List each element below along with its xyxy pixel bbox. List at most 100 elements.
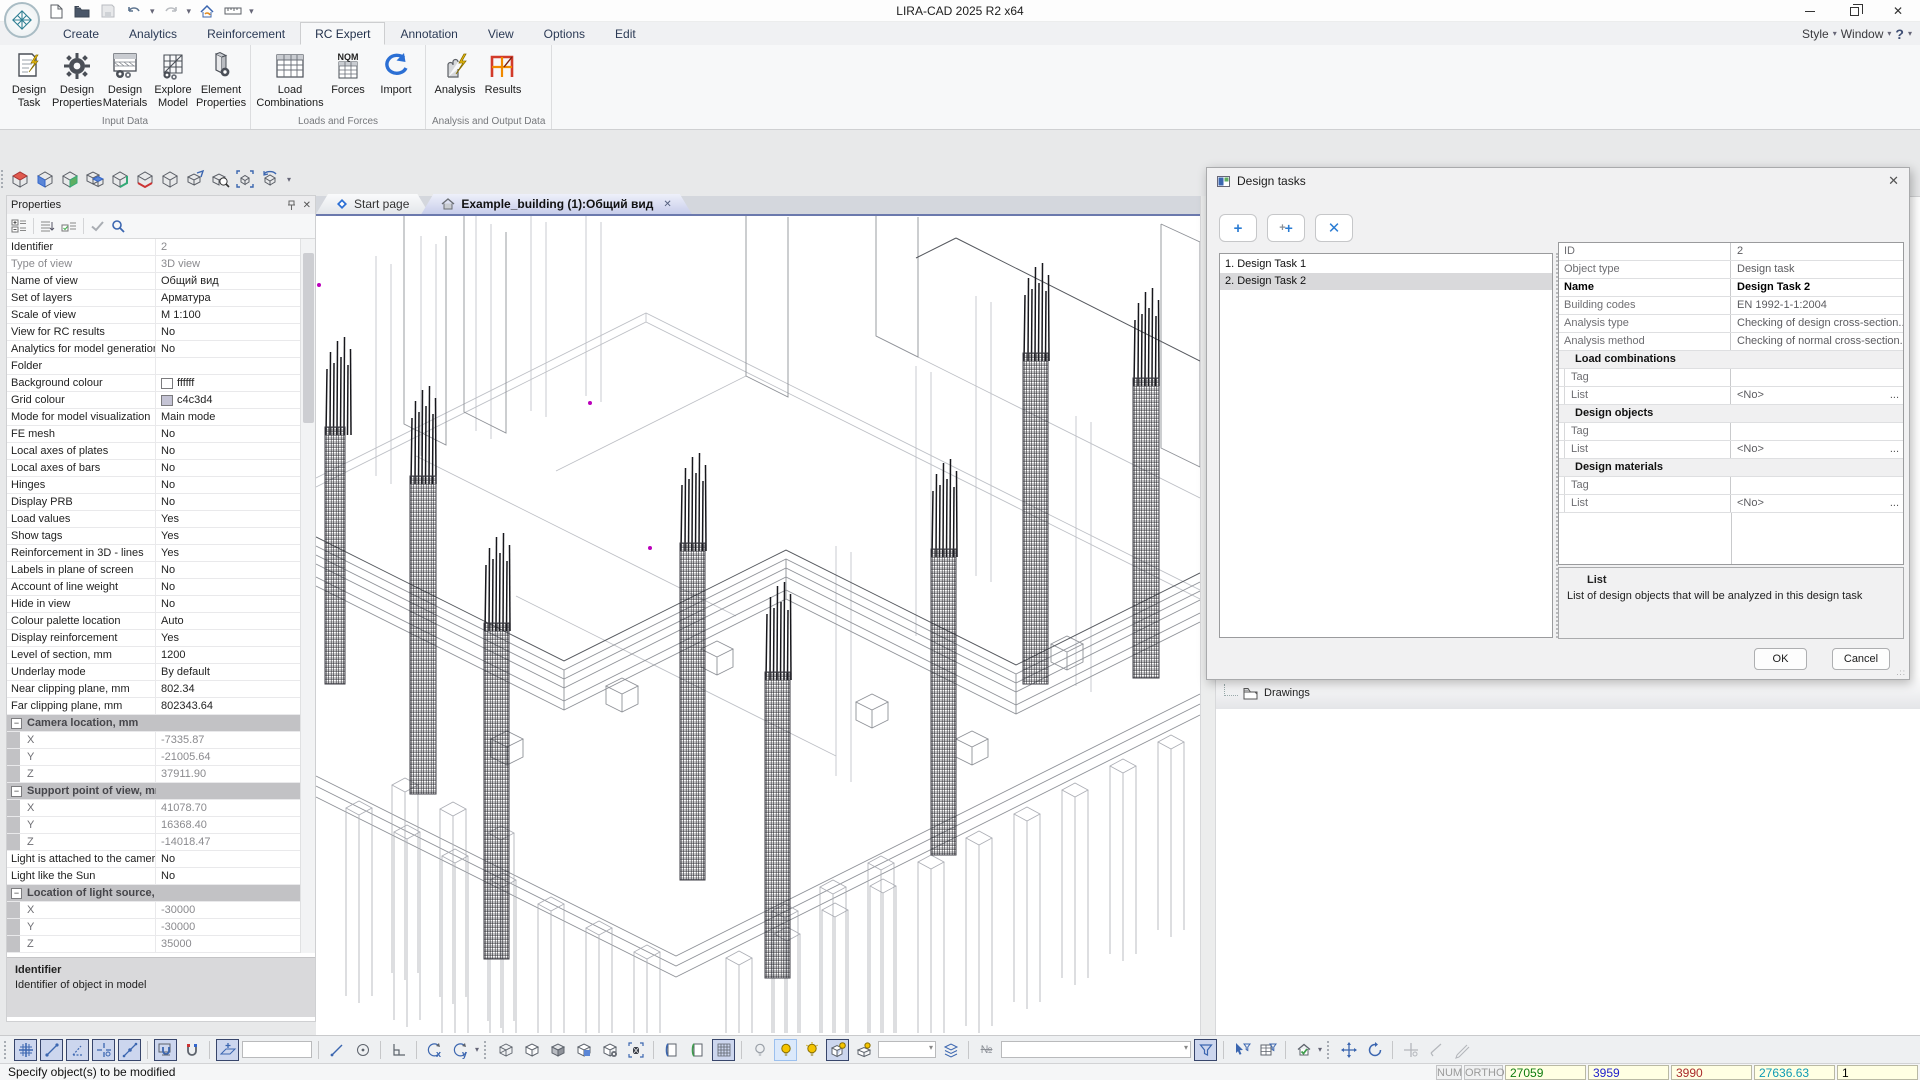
dialog-table-row[interactable]: Building codes EN 1992-1-1:2004 — [1559, 297, 1903, 315]
ortho-indicator[interactable]: ORTHO — [1464, 1065, 1503, 1080]
property-value[interactable]: -7335.87 — [156, 732, 300, 748]
property-row[interactable]: Scale of view M 1:100 — [7, 307, 315, 324]
dialog-table-row[interactable]: Object type Design task — [1559, 261, 1903, 279]
property-row[interactable]: Account of line weight No — [7, 579, 315, 596]
dialog-table-value[interactable]: Checking of normal cross-section... — [1731, 333, 1903, 350]
property-row[interactable]: Reinforcement in 3D - lines Yes — [7, 545, 315, 562]
dialog-table-value[interactable] — [1731, 423, 1903, 440]
dialog-table-row[interactable]: Name Design Task 2 — [1559, 279, 1903, 297]
cube-plain-icon[interactable] — [158, 169, 181, 190]
property-row[interactable]: Level of section, mm 1200 — [7, 647, 315, 664]
coordinate-cell[interactable]: 1 — [1837, 1065, 1918, 1080]
ribbon-tab[interactable]: Analytics — [114, 22, 192, 45]
property-value[interactable]: Main mode — [156, 409, 300, 425]
cube-bulb-icon[interactable] — [826, 1039, 849, 1061]
load-combinations-button[interactable]: Load Combinations — [257, 47, 323, 109]
property-row[interactable]: Light is attached to the camera No — [7, 851, 315, 868]
pen-dim-icon[interactable] — [1451, 1039, 1474, 1061]
ribbon-tab[interactable]: Create — [48, 22, 114, 45]
property-row[interactable]: Mode for model visualization Main mode — [7, 409, 315, 426]
categorized-icon[interactable] — [11, 219, 27, 233]
angle-snap-icon[interactable] — [66, 1039, 89, 1061]
cube-red-top-icon[interactable] — [8, 169, 31, 190]
tab-start-page[interactable]: Start page — [316, 194, 429, 214]
bulb-off-icon[interactable] — [748, 1039, 771, 1061]
display-mode-combobox[interactable] — [878, 1041, 936, 1058]
coordinate-cell[interactable]: 27059 — [1505, 1065, 1586, 1080]
add-task-icon[interactable]: + — [1219, 214, 1257, 242]
redo-icon[interactable] — [161, 1, 181, 21]
help-button[interactable]: ? — [1895, 26, 1904, 42]
property-value[interactable]: -30000 — [156, 919, 300, 935]
dialog-close-icon[interactable]: ✕ — [1888, 173, 1899, 189]
perpendicular-icon[interactable] — [387, 1039, 410, 1061]
property-row[interactable]: FE mesh No — [7, 426, 315, 443]
dialog-table-value[interactable]: <No>... — [1731, 495, 1903, 512]
ellipsis-button[interactable]: ... — [1890, 441, 1899, 458]
property-value[interactable] — [156, 885, 300, 901]
property-value[interactable]: No — [156, 426, 300, 442]
dialog-table-value[interactable]: <No>... — [1731, 441, 1903, 458]
cube-settings-icon[interactable] — [598, 1039, 621, 1061]
snap-value-input[interactable] — [242, 1041, 312, 1058]
dialog-table-row[interactable]: Load combinations — [1559, 351, 1903, 369]
analysis-button[interactable]: Analysis — [432, 47, 478, 97]
dialog-table-value[interactable]: Checking of design cross-section... — [1731, 315, 1903, 332]
property-value[interactable]: Yes — [156, 545, 300, 561]
dialog-table-value[interactable] — [1731, 477, 1903, 494]
property-value[interactable]: No — [156, 579, 300, 595]
property-value[interactable]: 35000 — [156, 936, 300, 952]
property-row[interactable]: Local axes of bars No — [7, 460, 315, 477]
properties-scrollbar[interactable] — [300, 239, 315, 953]
property-value[interactable]: No — [156, 477, 300, 493]
open-folder-icon[interactable] — [72, 1, 92, 21]
ok-button[interactable]: OK — [1754, 648, 1807, 670]
dialog-table-row[interactable]: Tag — [1559, 477, 1903, 495]
toolbar-grip[interactable] — [484, 1041, 489, 1059]
dialog-table-value[interactable]: <No>... — [1731, 387, 1903, 404]
magnet-screen-icon[interactable] — [154, 1039, 177, 1061]
property-row[interactable]: Y -30000 — [7, 919, 315, 936]
property-value[interactable]: No — [156, 324, 300, 340]
property-value[interactable]: 3D view — [156, 256, 300, 272]
close-panel-icon[interactable]: ✕ — [303, 200, 311, 211]
overflow-chevron-icon[interactable]: ▾ — [475, 1045, 479, 1054]
checked-list-icon[interactable] — [61, 220, 77, 233]
add-multiple-tasks-icon[interactable]: ++ — [1267, 214, 1305, 242]
cube-zoom-icon[interactable] — [208, 169, 231, 190]
property-row[interactable]: Labels in plane of screen No — [7, 562, 315, 579]
line-tool-icon[interactable] — [325, 1039, 348, 1061]
point-snap-icon[interactable] — [92, 1039, 115, 1061]
property-row[interactable]: Grid colour c4c3d4 — [7, 392, 315, 409]
property-value[interactable]: ffffff — [156, 375, 300, 391]
coordinate-cell[interactable]: 3959 — [1588, 1065, 1669, 1080]
dialog-table-row[interactable]: List <No>... — [1559, 495, 1903, 513]
undo-dropdown-chevron-icon[interactable]: ▾ — [150, 6, 155, 17]
layer-combobox[interactable] — [1001, 1041, 1191, 1058]
dialog-table-row[interactable]: Analysis type Checking of design cross-s… — [1559, 315, 1903, 333]
property-value[interactable]: By default — [156, 664, 300, 680]
cube-section-icon[interactable] — [624, 1039, 647, 1061]
cube-green-right-icon[interactable] — [108, 169, 131, 190]
cube-red-bottom-icon[interactable] — [133, 169, 156, 190]
property-row[interactable]: X -7335.87 — [7, 732, 315, 749]
property-value[interactable]: M 1:100 — [156, 307, 300, 323]
property-row[interactable]: Set of layers Арматура — [7, 290, 315, 307]
magnet-free-icon[interactable] — [180, 1039, 203, 1061]
property-row[interactable]: Y -21005.64 — [7, 749, 315, 766]
property-value[interactable]: -30000 — [156, 902, 300, 918]
cube-white-icon[interactable] — [520, 1039, 543, 1061]
restore-icon[interactable] — [1832, 0, 1876, 22]
house-check-icon[interactable] — [1292, 1039, 1315, 1061]
property-row[interactable]: Folder — [7, 358, 315, 375]
property-value[interactable]: 2 — [156, 239, 300, 255]
tab-example-building[interactable]: Example_building (1):Общий вид ✕ — [421, 194, 691, 214]
property-row[interactable]: Background colour ffffff — [7, 375, 315, 392]
property-row[interactable]: Z 35000 — [7, 936, 315, 953]
property-value[interactable]: -14018.47 — [156, 834, 300, 850]
num-lock-indicator[interactable]: NUM — [1436, 1065, 1462, 1080]
delete-task-icon[interactable]: ✕ — [1315, 214, 1353, 242]
cube-shaded-icon[interactable] — [546, 1039, 569, 1061]
property-row[interactable]: Far clipping plane, mm 802343.64 — [7, 698, 315, 715]
property-row[interactable]: X 41078.70 — [7, 800, 315, 817]
